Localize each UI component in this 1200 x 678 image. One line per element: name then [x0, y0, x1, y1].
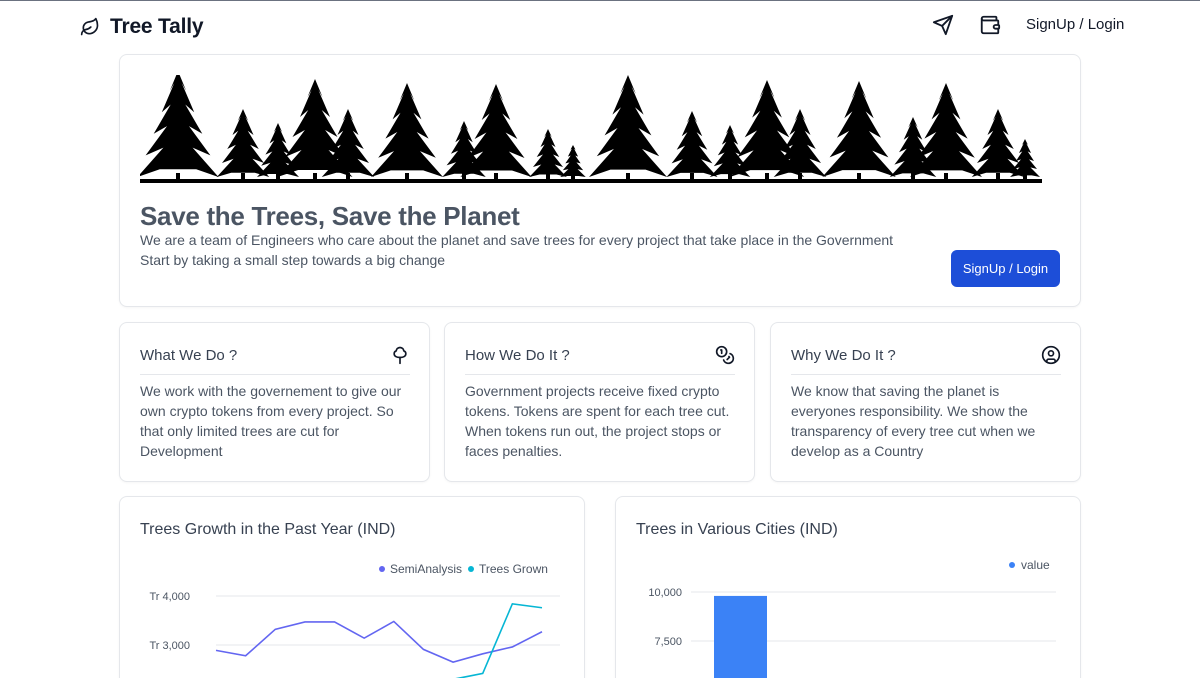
card-title: What We Do ?	[140, 347, 238, 364]
hero-title: Save the Trees, Save the Planet	[140, 201, 520, 231]
series-line-semianalysis	[215, 620, 543, 663]
hero-card: Save the Trees, Save the Planet We are a…	[119, 54, 1081, 307]
card-what-we-do: What We Do ? We work with the governemen…	[119, 322, 430, 482]
card-body: We work with the governement to give our…	[140, 383, 402, 459]
card-why-we-do-it: Why We Do It ? We know that saving the p…	[770, 322, 1081, 482]
ground-line	[140, 179, 1042, 183]
card-header: What We Do ?	[140, 343, 410, 375]
leaf-icon	[80, 17, 99, 36]
legend-label[interactable]: SemiAnalysis	[390, 562, 462, 576]
nav-signup-login-link[interactable]: SignUp / Login	[1026, 16, 1124, 33]
brand[interactable]: Tree Tally	[80, 15, 204, 39]
y-tick-label: 7,500	[654, 636, 682, 648]
coins-icon	[715, 345, 735, 365]
hero-tagline: Start by taking a small step towards a b…	[140, 252, 446, 268]
tree-shape	[371, 83, 443, 177]
card-header: Why We Do It ?	[791, 343, 1061, 375]
tree-shape	[560, 145, 586, 177]
card-body: We know that saving the planet is everyo…	[791, 383, 1036, 459]
card-title: How We Do It ?	[465, 347, 570, 364]
y-tick-label: Tr 3,000	[149, 640, 190, 652]
bar[interactable]	[714, 595, 767, 678]
top-nav: Tree Tally SignUp / Login	[0, 1, 1200, 53]
send-icon[interactable]	[932, 14, 954, 36]
card-how-we-do-it: How We Do It ? Government projects recei…	[444, 322, 755, 482]
bar-chart: 10,000 7,500 value	[648, 558, 1056, 678]
series-line-trees-grown	[455, 602, 543, 678]
wallet-icon[interactable]	[979, 14, 1001, 36]
brand-name: Tree Tally	[110, 15, 204, 38]
forest-illustration	[140, 75, 1042, 183]
legend-marker	[468, 566, 474, 572]
hero-signup-login-button[interactable]: SignUp / Login	[951, 250, 1060, 287]
tree-shape	[140, 75, 219, 177]
legend-marker	[1009, 562, 1015, 568]
legend-label[interactable]: value	[1021, 558, 1050, 572]
card-header: How We Do It ?	[465, 343, 735, 375]
tree-shape	[822, 81, 896, 177]
line-chart-card: Trees Growth in the Past Year (IND) Tr 4…	[119, 496, 585, 678]
line-chart: Tr 4,000 Tr 3,000 SemiAnalysis Trees Grown	[149, 562, 560, 678]
y-tick-label: 10,000	[648, 587, 682, 599]
legend-label[interactable]: Trees Grown	[479, 562, 548, 576]
plot-area	[215, 602, 543, 678]
legend-marker	[379, 566, 385, 572]
tree-shape	[589, 75, 667, 177]
y-tick-label: Tr 4,000	[149, 591, 190, 603]
tree-shape	[666, 111, 718, 177]
bar-chart-card: Trees in Various Cities (IND) 10,000 7,50…	[615, 496, 1081, 678]
card-title: Why We Do It ?	[791, 347, 896, 364]
tree-icon	[393, 346, 407, 365]
user-circle-icon	[1041, 345, 1061, 365]
tree-shape	[216, 109, 270, 177]
hero-description: We are a team of Engineers who care abou…	[140, 232, 894, 248]
card-body: Government projects receive fixed crypto…	[465, 383, 730, 459]
tree-shape	[529, 129, 567, 177]
